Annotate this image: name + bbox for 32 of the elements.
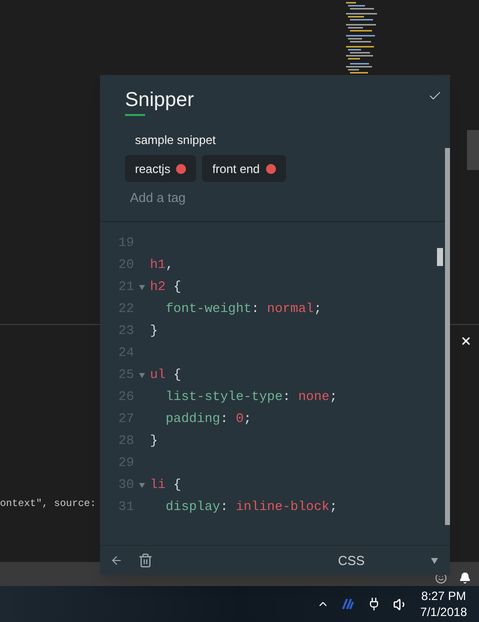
bell-icon[interactable] bbox=[459, 572, 471, 584]
snippet-name-field[interactable]: sample snippet bbox=[135, 131, 445, 147]
tag-input[interactable]: Add a tag bbox=[130, 189, 280, 207]
code-line: ul { bbox=[150, 366, 182, 384]
network-icon[interactable] bbox=[341, 597, 356, 611]
code-line: h2 { bbox=[150, 278, 182, 296]
code-line: } bbox=[150, 432, 158, 450]
clock-time[interactable]: 8:27 PM bbox=[421, 588, 466, 604]
smiley-icon[interactable] bbox=[435, 572, 447, 584]
trash-icon[interactable] bbox=[138, 553, 153, 568]
fold-caret-icon[interactable] bbox=[139, 284, 145, 290]
back-arrow-icon[interactable] bbox=[110, 554, 123, 567]
panel-scrollbar[interactable] bbox=[445, 148, 450, 525]
clock-date[interactable]: 7/1/2018 bbox=[420, 604, 467, 620]
tag-chip[interactable]: reactjs bbox=[125, 155, 196, 182]
code-line: padding: 0; bbox=[164, 410, 252, 428]
close-icon[interactable] bbox=[460, 335, 472, 347]
fold-caret-icon[interactable] bbox=[139, 482, 145, 488]
scrollbar-thumb[interactable] bbox=[467, 130, 479, 170]
code-line: display: inline-block; bbox=[164, 498, 338, 516]
code-line: list-style-type: none; bbox=[164, 388, 338, 406]
title-underline bbox=[125, 114, 145, 116]
code-line: h1, bbox=[150, 256, 174, 274]
fold-caret-icon[interactable] bbox=[139, 372, 145, 378]
code-line: li { bbox=[150, 476, 182, 494]
language-select[interactable]: CSS bbox=[338, 550, 438, 570]
app-title: Snipper bbox=[125, 88, 194, 113]
tag-chip[interactable]: front end bbox=[202, 155, 286, 182]
code-scrollbar-thumb[interactable] bbox=[437, 248, 443, 266]
code-line: font-weight: normal; bbox=[164, 300, 322, 318]
console-text: ontext", source: bbox=[0, 499, 96, 510]
code-line: } bbox=[150, 322, 158, 340]
